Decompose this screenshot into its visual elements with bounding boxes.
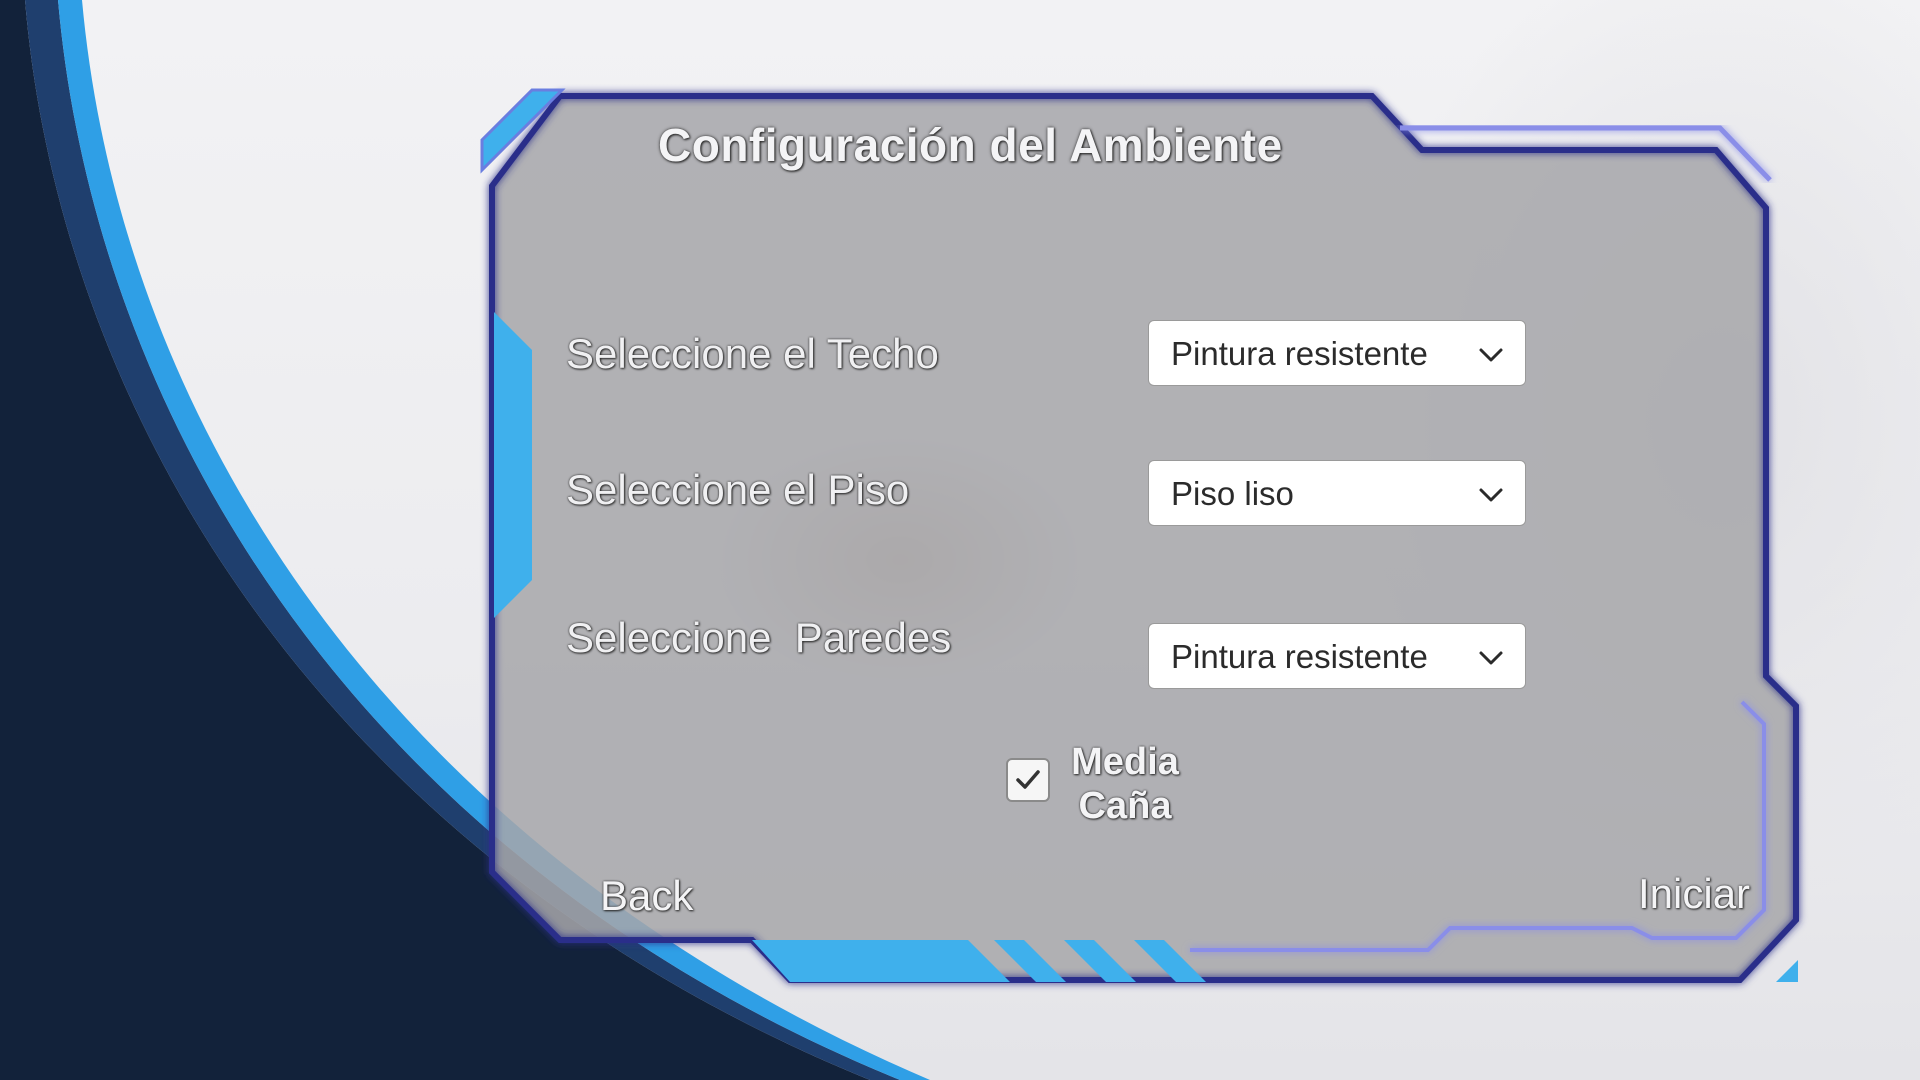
start-button[interactable]: Iniciar	[1638, 870, 1750, 918]
floor-label: Seleccione el Piso	[566, 466, 910, 513]
floor-dropdown-value: Piso liso	[1171, 475, 1294, 512]
floor-dropdown[interactable]: Piso liso	[1148, 460, 1526, 526]
walls-dropdown-value: Pintura resistente	[1171, 638, 1428, 675]
walls-dropdown[interactable]: Pintura resistente	[1148, 623, 1526, 689]
checkmark-icon	[1016, 770, 1040, 789]
ceiling-dropdown[interactable]: Pintura resistente	[1148, 320, 1526, 386]
chevron-down-icon	[1479, 651, 1503, 665]
chevron-down-icon	[1479, 348, 1503, 362]
back-button[interactable]: Back	[600, 872, 693, 920]
walls-label: Seleccione Paredes	[566, 614, 952, 661]
ceiling-dropdown-value: Pintura resistente	[1171, 335, 1428, 372]
chevron-down-icon	[1479, 488, 1503, 502]
media-cana-checkbox[interactable]	[1006, 758, 1050, 802]
media-cana-label: Media Caña	[1071, 741, 1179, 827]
page-title: Configuración del Ambiente	[658, 119, 1283, 171]
ceiling-label: Seleccione el Techo	[566, 330, 939, 377]
